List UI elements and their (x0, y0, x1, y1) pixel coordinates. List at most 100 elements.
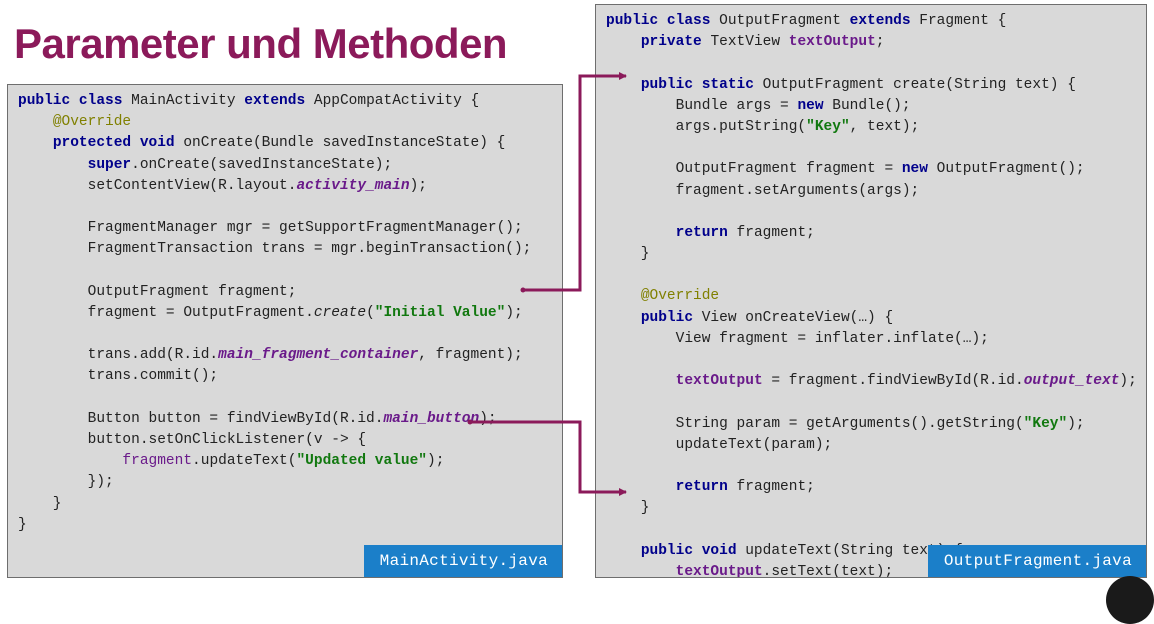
code-token: return (675, 224, 737, 241)
code-token: button.setOnClickListener(v -> { (18, 432, 367, 448)
code-line: public View onCreateView(…) { (606, 308, 1137, 329)
code-line: fragment.setArguments(args); (606, 181, 1137, 202)
code-line: String param = getArguments().getString(… (606, 414, 1137, 435)
code-token: ; (875, 34, 885, 51)
code-token: OutputFragment fragment; (18, 283, 297, 300)
code-token: public static (640, 76, 763, 93)
code-token: Fragment { (919, 13, 1007, 29)
code-line: trans.commit(); (18, 366, 531, 387)
code-token: return (675, 479, 737, 496)
code-token: @Override (640, 288, 720, 305)
main-activity-filename-label: MainActivity.java (363, 545, 562, 577)
code-token: "Key" (1023, 415, 1068, 432)
output-fragment-code: public class OutputFragment extends Frag… (606, 11, 1137, 578)
code-line: }); (18, 472, 531, 493)
code-token: fragment; (736, 479, 815, 496)
code-token: ); (427, 453, 445, 470)
code-token: public class (18, 93, 132, 109)
code-token: main_button (383, 410, 480, 427)
code-line: protected void onCreate(Bundle savedInst… (18, 133, 531, 154)
code-line: textOutput = fragment.findViewById(R.id.… (606, 371, 1137, 392)
code-token: FragmentTransaction trans = mgr.beginTra… (18, 241, 532, 258)
code-token: View onCreateView(…) { (701, 309, 894, 326)
code-token: , text); (849, 118, 920, 135)
code-token: TextView (710, 34, 789, 51)
code-token: } (18, 516, 27, 533)
code-token: MainActivity (131, 93, 245, 109)
code-token: public (640, 309, 702, 326)
code-token: } (606, 246, 650, 263)
code-line: } (606, 244, 1137, 265)
code-line: OutputFragment fragment; (18, 282, 531, 303)
code-line: setContentView(R.layout.activity_main); (18, 176, 531, 197)
code-token: String param = getArguments().getString( (606, 415, 1024, 432)
code-token: updateText(param); (606, 436, 833, 453)
code-token: .setText(text); (762, 563, 894, 578)
code-line: FragmentTransaction trans = mgr.beginTra… (18, 239, 532, 260)
code-token: OutputFragment fragment = (606, 161, 902, 178)
code-token: AppCompatActivity { (313, 93, 480, 109)
code-line: public class OutputFragment extends Frag… (606, 11, 1137, 32)
main-activity-code: public class MainActivity extends AppCom… (18, 91, 531, 536)
code-line: View fragment = inflater.inflate(…); (606, 329, 1137, 350)
code-token: fragment (122, 453, 193, 470)
code-token: @Override (52, 114, 132, 131)
code-token: ( (366, 304, 375, 321)
code-line: private TextView textOutput; (606, 32, 1137, 53)
code-token: Bundle args = (606, 97, 798, 114)
code-token: ); (505, 304, 523, 321)
code-token: setContentView(R.layout. (18, 177, 297, 194)
corner-logo-badge (1106, 576, 1154, 624)
code-line: } (606, 498, 1137, 519)
code-token: "Updated value" (296, 453, 427, 470)
code-line: Button button = findViewById(R.id.main_b… (18, 409, 531, 430)
code-token: protected void (52, 135, 184, 152)
code-token: "Key" (806, 118, 850, 135)
code-token: trans.commit(); (18, 368, 219, 385)
code-line: button.setOnClickListener(v -> { (18, 430, 531, 451)
code-token: textOutput (788, 34, 876, 51)
code-token: , fragment); (418, 347, 523, 364)
code-token: fragment = OutputFragment. (18, 304, 314, 321)
code-token: public class (606, 13, 720, 29)
code-line: return fragment; (606, 477, 1137, 498)
code-token: new (901, 161, 937, 178)
code-token: ); (409, 177, 427, 194)
code-token: public void (640, 542, 746, 559)
code-line: FragmentManager mgr = getSupportFragment… (18, 218, 531, 239)
slide-title: Parameter und Methoden (14, 20, 508, 67)
code-line: } (18, 494, 531, 515)
code-token: args.putString( (606, 118, 807, 135)
code-token: .onCreate(savedInstanceState); (131, 156, 393, 173)
code-line: args.putString("Key", text); (606, 117, 1137, 138)
code-line: super.onCreate(savedInstanceState); (18, 155, 531, 176)
code-token: fragment.setArguments(args); (606, 182, 920, 199)
code-line: OutputFragment fragment = new OutputFrag… (606, 159, 1137, 180)
code-line: @Override (18, 112, 531, 133)
code-line: @Override (606, 286, 1137, 307)
code-token: "Initial Value" (374, 304, 506, 321)
code-token: textOutput (675, 373, 763, 390)
main-activity-code-panel: public class MainActivity extends AppCom… (7, 84, 563, 578)
code-token: main_fragment_container (218, 347, 419, 364)
code-token: textOutput (675, 563, 763, 578)
output-fragment-filename-label: OutputFragment.java (927, 545, 1146, 577)
